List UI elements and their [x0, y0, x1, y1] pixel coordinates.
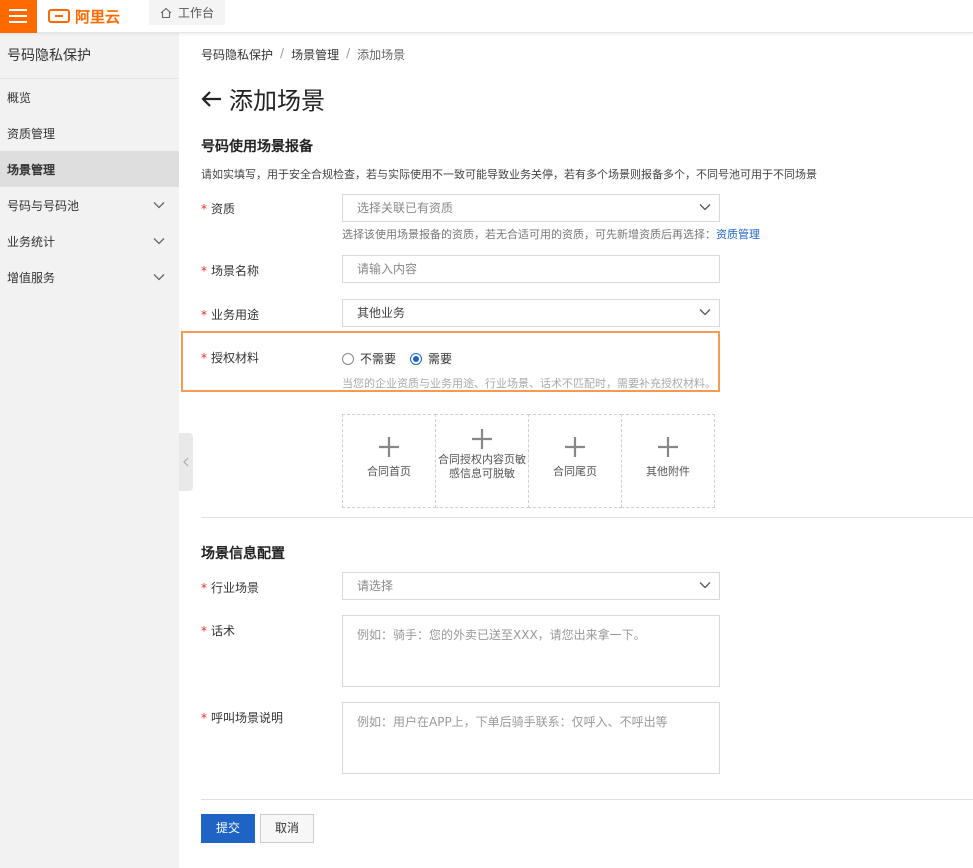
sidebar-item-overview[interactable]: 概览 — [0, 79, 179, 115]
aliyun-logo-icon — [48, 9, 70, 23]
sidebar-item-numbers[interactable]: 号码与号码池 — [0, 187, 179, 223]
qualification-label: * 资质 — [201, 202, 236, 216]
chevron-down-icon — [153, 202, 165, 209]
script-label: * 话术 — [201, 624, 236, 638]
breadcrumb-current: 添加场景 — [357, 48, 406, 62]
sidebar: 号码隐私保护 概览 资质管理 场景管理 号码与号码池 业务统计 增值服务 — [0, 33, 179, 868]
upload-contract-first-page[interactable]: 合同首页 — [342, 414, 436, 508]
plus-icon — [379, 437, 399, 457]
top-bar: 阿里云 工作台 — [0, 0, 973, 33]
breadcrumb-separator: / — [346, 46, 351, 60]
industry-label: * 行业场景 — [201, 581, 260, 595]
sidebar-item-scene-management[interactable]: 场景管理 — [0, 151, 179, 187]
radio-circle — [342, 352, 354, 365]
industry-select[interactable]: 请选择 — [342, 572, 720, 600]
page-title: 添加场景 — [201, 81, 325, 116]
breadcrumb-item[interactable]: 场景管理 — [291, 46, 339, 63]
sidebar-item-label: 场景管理 — [7, 162, 56, 177]
plus-icon — [472, 429, 492, 449]
section-divider — [201, 517, 973, 518]
business-use-select[interactable]: 其他业务 — [342, 299, 720, 327]
workbench-label: 工作台 — [178, 6, 215, 20]
home-icon — [160, 7, 172, 18]
qualification-hint: 选择该使用场景报备的资质，若无合适可用的资质，可先新增资质后再选择：资质管理 — [342, 228, 760, 241]
footer-divider — [201, 799, 973, 800]
aliyun-logo[interactable]: 阿里云 — [48, 6, 120, 26]
sidebar-item-label: 增值服务 — [7, 270, 56, 285]
sidebar-item-label: 业务统计 — [7, 234, 56, 249]
upload-contract-auth-page[interactable]: 合同授权内容页敏感信息可脱敏 — [435, 414, 529, 508]
call-desc-textarea[interactable]: 例如：用户在APP上，下单后骑手联系：仅呼入、不呼出等 — [342, 702, 720, 774]
page-title-text: 添加场景 — [229, 87, 325, 115]
auth-material-radio-group: 不需要 需要 — [342, 350, 452, 367]
breadcrumb-item[interactable]: 号码隐私保护 — [201, 46, 273, 63]
radio-circle-selected — [410, 352, 423, 365]
sidebar-item-statistics[interactable]: 业务统计 — [0, 223, 179, 259]
scene-name-input[interactable]: 请输入内容 — [342, 255, 720, 283]
plus-icon — [565, 437, 585, 457]
sidebar-item-value-added[interactable]: 增值服务 — [0, 259, 179, 295]
back-arrow-icon[interactable] — [201, 90, 223, 108]
chevron-down-icon — [699, 309, 711, 316]
submit-button[interactable]: 提交 — [201, 814, 256, 843]
chevron-down-icon — [153, 238, 165, 245]
chevron-down-icon — [153, 274, 165, 281]
sidebar-title: 号码隐私保护 — [0, 33, 179, 79]
qualification-management-link[interactable]: 资质管理 — [716, 228, 760, 241]
cancel-button[interactable]: 取消 — [260, 814, 315, 843]
call-desc-label: * 呼叫场景说明 — [201, 711, 284, 725]
breadcrumb: 号码隐私保护 / 场景管理 / 添加场景 — [201, 46, 405, 63]
chevron-down-icon — [699, 582, 711, 589]
main-content: 号码隐私保护 / 场景管理 / 添加场景 添加场景 号码使用场景报备 请如实填写… — [179, 33, 973, 868]
qualification-select[interactable]: 选择关联已有资质 — [342, 194, 720, 222]
sidebar-item-qualification[interactable]: 资质管理 — [0, 115, 179, 151]
section-title-scene-config: 场景信息配置 — [201, 546, 285, 562]
auth-material-label: * 授权材料 — [201, 351, 260, 365]
scene-name-label: * 场景名称 — [201, 264, 260, 278]
business-use-label: * 业务用途 — [201, 308, 260, 322]
section-title-scene-report: 号码使用场景报备 — [201, 139, 313, 155]
breadcrumb-separator: / — [280, 46, 285, 60]
upload-contract-last-page[interactable]: 合同尾页 — [528, 414, 622, 508]
radio-not-needed[interactable]: 不需要 — [342, 350, 396, 367]
radio-needed[interactable]: 需要 — [410, 350, 452, 367]
section-description: 请如实填写，用于安全合规检查，若与实际使用不一致可能导致业务关停，若有多个场景则… — [201, 168, 817, 181]
sidebar-item-label: 概览 — [7, 90, 32, 105]
workbench-tab[interactable]: 工作台 — [149, 0, 226, 25]
sidebar-item-label: 号码与号码池 — [7, 198, 80, 213]
menu-icon[interactable] — [0, 0, 37, 33]
chevron-down-icon — [699, 204, 711, 211]
sidebar-item-label: 资质管理 — [7, 126, 56, 141]
script-textarea[interactable]: 例如：骑手：您的外卖已送至XXX，请您出来拿一下。 — [342, 615, 720, 687]
upload-area: 合同首页 合同授权内容页敏感信息可脱敏 合同尾页 其他附件 — [342, 414, 715, 508]
upload-other-attachments[interactable]: 其他附件 — [621, 414, 715, 508]
auth-material-hint: 当您的企业资质与业务用途、行业场景、话术不匹配时，需要补充授权材料。 — [342, 377, 716, 390]
logo-text: 阿里云 — [75, 7, 121, 26]
plus-icon — [658, 437, 678, 457]
